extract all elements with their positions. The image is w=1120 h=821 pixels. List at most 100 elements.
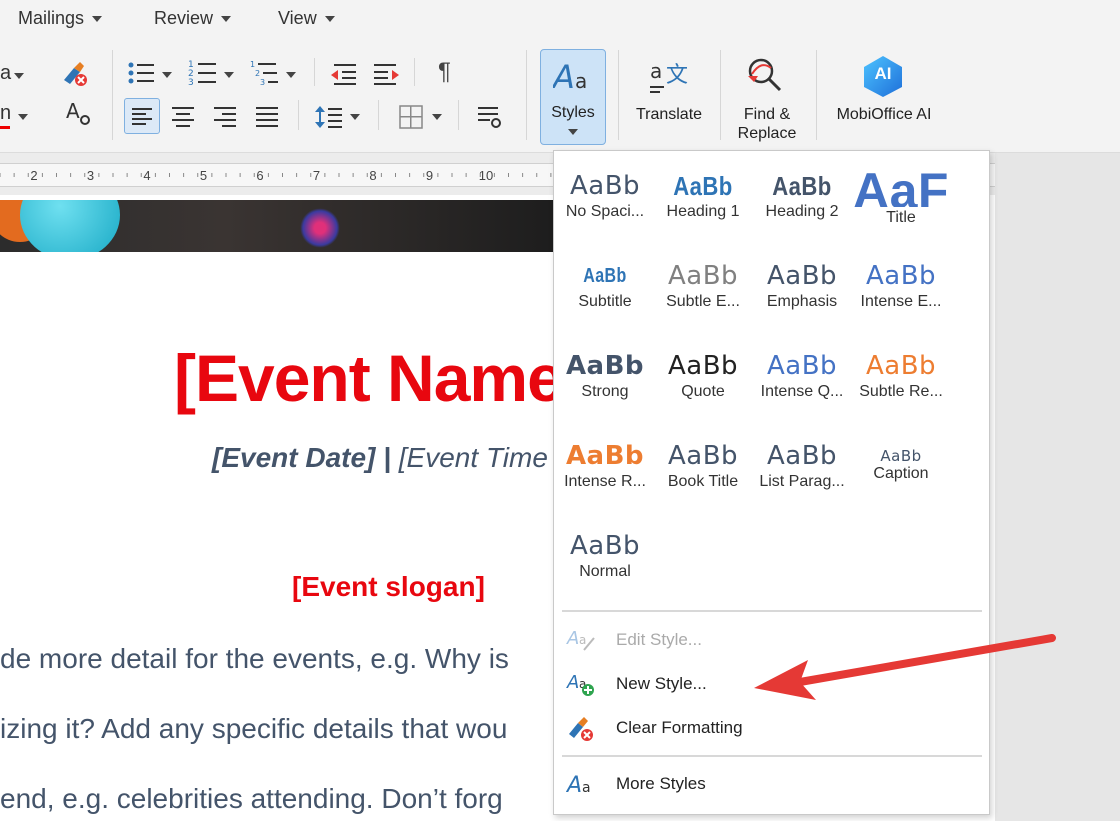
chevron-down-icon[interactable] [350, 114, 360, 120]
justify-icon[interactable] [254, 106, 280, 128]
style-item[interactable]: AaBb Subtle E... [654, 261, 752, 311]
translate-label[interactable]: Translate [630, 105, 708, 124]
more-styles-item[interactable]: A a More Styles [554, 764, 987, 804]
style-item[interactable]: AaBb Intense R... [556, 441, 654, 491]
more-styles-label: More Styles [616, 774, 706, 793]
mobioffice-ai-label[interactable]: MobiOffice AI [826, 105, 942, 124]
style-item[interactable]: AaBb Emphasis [753, 261, 851, 311]
style-settings-icon[interactable]: A [64, 100, 94, 128]
menu-view-label: View [278, 8, 317, 28]
line-spacing-icon[interactable] [314, 104, 344, 130]
event-name[interactable]: [Event Name [174, 340, 564, 416]
numbered-list-icon[interactable]: 1 2 3 [188, 58, 218, 86]
ribbon-separator [314, 58, 315, 86]
chevron-down-icon[interactable] [14, 73, 24, 79]
svg-text:a: a [575, 69, 587, 93]
find-replace-label-line1: Find & [743, 106, 791, 123]
align-right-icon[interactable] [212, 106, 238, 128]
svg-text:A: A [66, 100, 80, 123]
ruler-number: 4 [143, 168, 150, 183]
style-sample: AaF [853, 171, 949, 207]
pilcrow-icon[interactable]: ¶ [438, 58, 451, 86]
style-sample: AaBb [766, 261, 838, 291]
menu-view[interactable]: View [278, 8, 335, 29]
style-item[interactable]: AaBb No Spaci... [556, 171, 654, 221]
chevron-down-icon[interactable] [224, 72, 234, 78]
style-item[interactable]: AaBb Book Title [654, 441, 752, 491]
svg-text:1: 1 [250, 60, 255, 69]
style-item-label: Heading 2 [765, 203, 839, 220]
menu-mailings[interactable]: Mailings [18, 8, 103, 29]
chevron-down-icon [92, 16, 103, 23]
style-item[interactable]: AaBb Heading 2 [753, 171, 851, 221]
bullet-list-icon[interactable] [126, 60, 156, 86]
ruler-number: 2 [30, 168, 37, 183]
style-item[interactable]: AaF Title [852, 171, 950, 227]
chevron-down-icon[interactable] [432, 114, 442, 120]
style-item[interactable]: AaBb List Parag... [753, 441, 851, 491]
clear-formatting-icon[interactable] [60, 60, 90, 88]
dropdown-separator [562, 755, 982, 757]
style-sample: AaBb [766, 441, 838, 471]
style-item[interactable]: AaBb Intense E... [852, 261, 950, 311]
svg-text:3: 3 [188, 78, 194, 86]
style-sample: AaBb [569, 171, 641, 201]
ruler-number: 3 [87, 168, 94, 183]
style-item-label: List Parag... [759, 473, 845, 490]
new-style-icon: A a [566, 672, 594, 696]
date-time-separator: | [375, 442, 399, 473]
style-item[interactable]: AaBb Subtle Re... [852, 351, 950, 401]
menu-review[interactable]: Review [154, 8, 232, 29]
event-slogan[interactable]: [Event slogan] [292, 571, 485, 603]
body-line-3[interactable]: end, e.g. celebrities attending. Don’t f… [0, 783, 503, 815]
style-item[interactable]: AaBb Quote [654, 351, 752, 401]
increase-indent-icon[interactable] [372, 62, 400, 86]
multilevel-list-icon[interactable]: 1 2 3 [250, 58, 280, 86]
translate-icon[interactable]: a 文 [648, 56, 690, 96]
ribbon-separator [414, 58, 415, 86]
style-item[interactable]: AaBb Heading 1 [654, 171, 752, 221]
clear-formatting-item[interactable]: Clear Formatting [554, 708, 987, 748]
borders-icon[interactable] [398, 104, 424, 130]
style-item[interactable]: AaBb Strong [556, 351, 654, 401]
right-margin-area [995, 153, 1120, 821]
font-color-bar [0, 126, 10, 129]
chevron-down-icon[interactable] [286, 72, 296, 78]
svg-text:A: A [566, 672, 579, 693]
styles-button[interactable]: A a Styles [540, 49, 606, 145]
font-size-partial[interactable]: n [0, 102, 11, 125]
paragraph-settings-icon[interactable] [476, 104, 504, 130]
body-line-2[interactable]: izing it? Add any specific details that … [0, 713, 507, 745]
chevron-down-icon[interactable] [162, 72, 172, 78]
style-item-label: Heading 1 [666, 203, 740, 220]
header-photo [0, 200, 560, 252]
font-name-partial[interactable]: a [0, 62, 11, 85]
find-replace-button[interactable]: Find & Replace [726, 105, 808, 143]
decrease-indent-icon[interactable] [330, 62, 358, 86]
align-center-icon[interactable] [170, 106, 196, 128]
style-item-label: Subtitle [578, 293, 632, 310]
ribbon-separator [112, 50, 113, 140]
style-item[interactable]: AaBb Caption [852, 441, 950, 483]
event-date-line[interactable]: [Event Date] | [Event Time [212, 442, 548, 474]
style-item-label: Emphasis [766, 293, 838, 310]
align-left-button[interactable] [124, 98, 160, 134]
chevron-down-icon[interactable] [18, 114, 28, 120]
event-date: [Event Date] [212, 442, 376, 473]
edit-style-label: Edit Style... [616, 630, 702, 649]
style-sample: AaBb [565, 351, 645, 381]
style-item-label: Caption [873, 465, 929, 482]
style-item[interactable]: AaBb Intense Q... [753, 351, 851, 401]
menu-mailings-label: Mailings [18, 8, 85, 28]
style-item-label: Title [886, 209, 916, 226]
style-item[interactable]: AaBb Normal [556, 531, 654, 581]
align-left-icon [132, 108, 152, 125]
svg-text:a: a [650, 59, 662, 83]
style-item[interactable]: AaBb Subtitle [556, 261, 654, 311]
find-replace-label-line2: Replace [737, 125, 797, 142]
chevron-down-icon [324, 16, 335, 23]
style-sample: AaBb [667, 351, 739, 381]
body-line-1[interactable]: de more detail for the events, e.g. Why … [0, 643, 509, 675]
find-replace-icon[interactable] [744, 56, 788, 96]
clear-formatting-icon [569, 717, 593, 741]
